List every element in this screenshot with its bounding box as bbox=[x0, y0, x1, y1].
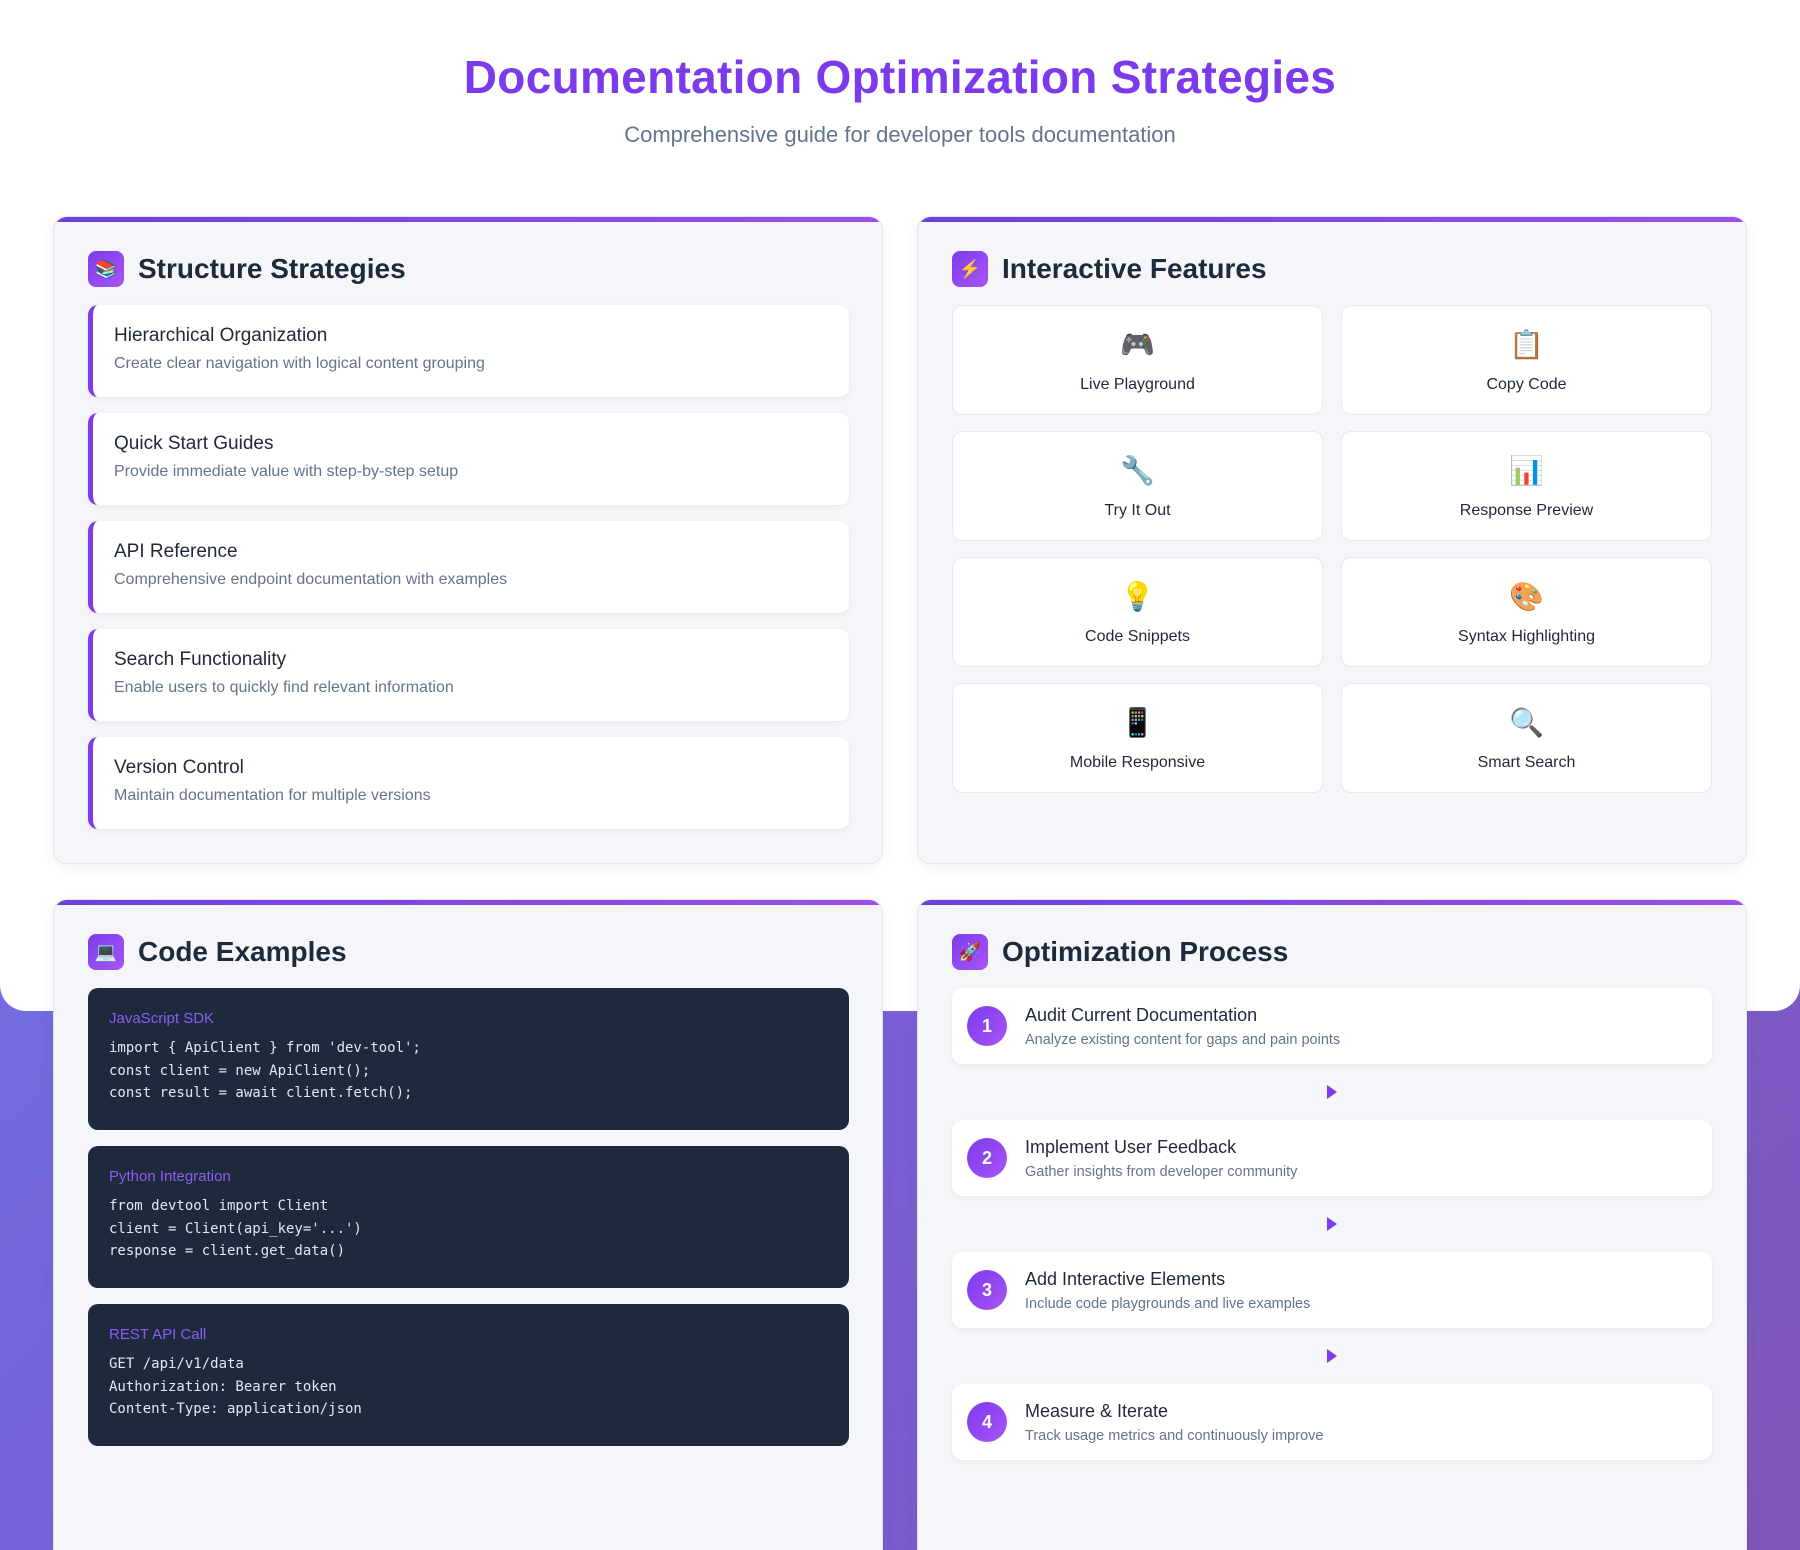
clipboard-icon: 📋 bbox=[1509, 328, 1544, 361]
code-list: JavaScript SDK import { ApiClient } from… bbox=[88, 988, 849, 1462]
lightning-icon: ⚡ bbox=[952, 251, 988, 287]
step-number: 4 bbox=[967, 1402, 1007, 1442]
mobile-phone-icon: 📱 bbox=[1120, 706, 1155, 739]
feature-mobile-responsive[interactable]: 📱 Mobile Responsive bbox=[952, 683, 1323, 793]
bar-chart-icon: 📊 bbox=[1509, 454, 1544, 487]
feature-label: Response Preview bbox=[1459, 502, 1594, 519]
code-line: const client = new ApiClient(); bbox=[109, 1062, 371, 1079]
structure-item[interactable]: API Reference Comprehensive endpoint doc… bbox=[88, 521, 849, 613]
code-line: const result = await client.fetch(); bbox=[109, 1085, 413, 1101]
code-block[interactable]: Python Integration from devtool import C… bbox=[88, 1146, 849, 1288]
code-examples-card: 💻 Code Examples JavaScript SDK import { … bbox=[53, 899, 883, 1550]
card-header: 💻 Code Examples bbox=[88, 934, 347, 970]
palette-icon: 🎨 bbox=[1509, 580, 1544, 613]
structure-item-desc: Create clear navigation with logical con… bbox=[114, 355, 485, 372]
step-number: 3 bbox=[967, 1270, 1007, 1310]
page-title: Documentation Optimization Strategies bbox=[463, 51, 1337, 103]
structure-item-title: Search Functionality bbox=[114, 649, 287, 670]
structure-item[interactable]: Quick Start Guides Provide immediate val… bbox=[88, 413, 849, 505]
step-title: Audit Current Documentation bbox=[1025, 1004, 1258, 1025]
feature-syntax-highlighting[interactable]: 🎨 Syntax Highlighting bbox=[1341, 557, 1712, 667]
feature-grid: 🎮 Live Playground 📋 Copy Code 🔧 Try It O… bbox=[952, 305, 1712, 793]
structure-item-title: API Reference bbox=[114, 541, 238, 562]
code-line: client = Client(api_key='...') bbox=[109, 1220, 362, 1237]
rocket-icon: 🚀 bbox=[952, 934, 988, 970]
arrow-right-icon bbox=[952, 1328, 1712, 1384]
laptop-icon: 💻 bbox=[88, 934, 124, 970]
step-desc: Include code playgrounds and live exampl… bbox=[1025, 1295, 1311, 1312]
code-line: Authorization: Bearer token bbox=[109, 1378, 337, 1395]
structure-item-title: Version Control bbox=[114, 757, 244, 778]
step-title: Implement User Feedback bbox=[1025, 1136, 1237, 1157]
structure-item-desc: Maintain documentation for multiple vers… bbox=[114, 787, 431, 804]
code-language: REST API Call bbox=[109, 1326, 207, 1343]
step-title: Measure & Iterate bbox=[1025, 1400, 1169, 1421]
feature-label: Mobile Responsive bbox=[1069, 754, 1206, 771]
structure-item[interactable]: Search Functionality Enable users to qui… bbox=[88, 629, 849, 721]
card-header: 🚀 Optimization Process bbox=[952, 934, 1288, 970]
magnifier-icon: 🔍 bbox=[1509, 706, 1544, 739]
arrow-right-icon bbox=[952, 1064, 1712, 1120]
step-title: Add Interactive Elements bbox=[1025, 1268, 1226, 1289]
card-title: Structure Strategies bbox=[138, 253, 406, 284]
card-header: 📚 Structure Strategies bbox=[88, 251, 406, 287]
step-desc: Track usage metrics and continuously imp… bbox=[1025, 1427, 1324, 1444]
feature-label: Copy Code bbox=[1486, 376, 1567, 393]
feature-try-it-out[interactable]: 🔧 Try It Out bbox=[952, 431, 1323, 541]
process-list: 1 Audit Current Documentation Analyze ex… bbox=[952, 988, 1712, 1460]
card-title: Code Examples bbox=[138, 936, 347, 967]
feature-copy-code[interactable]: 📋 Copy Code bbox=[1341, 305, 1712, 415]
feature-label: Code Snippets bbox=[1085, 628, 1190, 645]
interactive-features-card: ⚡ Interactive Features 🎮 Live Playground… bbox=[917, 216, 1747, 864]
code-block[interactable]: REST API Call GET /api/v1/data Authoriza… bbox=[88, 1304, 849, 1446]
wrench-icon: 🔧 bbox=[1120, 454, 1155, 487]
step-desc: Analyze existing content for gaps and pa… bbox=[1025, 1031, 1341, 1048]
structure-item[interactable]: Version Control Maintain documentation f… bbox=[88, 737, 849, 829]
code-line: import { ApiClient } from 'dev-tool'; bbox=[109, 1040, 421, 1056]
feature-response-preview[interactable]: 📊 Response Preview bbox=[1341, 431, 1712, 541]
feature-label: Syntax Highlighting bbox=[1458, 628, 1595, 645]
code-line: GET /api/v1/data bbox=[109, 1356, 244, 1372]
feature-smart-search[interactable]: 🔍 Smart Search bbox=[1341, 683, 1712, 793]
page-subtitle: Comprehensive guide for developer tools … bbox=[624, 122, 1176, 147]
code-language: JavaScript SDK bbox=[109, 1010, 215, 1027]
code-line: Content-Type: application/json bbox=[109, 1401, 362, 1417]
process-step[interactable]: 3 Add Interactive Elements Include code … bbox=[952, 1252, 1712, 1328]
feature-label: Live Playground bbox=[1080, 376, 1195, 393]
card-title: Optimization Process bbox=[1002, 936, 1289, 967]
structure-item-title: Hierarchical Organization bbox=[114, 325, 328, 346]
feature-live-playground[interactable]: 🎮 Live Playground bbox=[952, 305, 1323, 415]
step-number: 1 bbox=[967, 1006, 1007, 1046]
structure-item[interactable]: Hierarchical Organization Create clear n… bbox=[88, 305, 849, 397]
structure-item-desc: Provide immediate value with step-by-ste… bbox=[114, 463, 459, 480]
optimization-process-card: 🚀 Optimization Process 1 Audit Current D… bbox=[917, 899, 1747, 1550]
code-block[interactable]: JavaScript SDK import { ApiClient } from… bbox=[88, 988, 849, 1130]
arrow-right-icon bbox=[952, 1196, 1712, 1252]
step-desc: Gather insights from developer community bbox=[1025, 1163, 1298, 1180]
books-icon: 📚 bbox=[88, 251, 124, 287]
light-bulb-icon: 💡 bbox=[1120, 580, 1155, 613]
code-language: Python Integration bbox=[109, 1168, 231, 1185]
card-title: Interactive Features bbox=[1002, 253, 1267, 284]
process-step[interactable]: 2 Implement User Feedback Gather insight… bbox=[952, 1120, 1712, 1196]
feature-label: Smart Search bbox=[1477, 754, 1576, 771]
game-controller-icon: 🎮 bbox=[1120, 328, 1155, 361]
page-header: Documentation Optimization Strategies Co… bbox=[0, 50, 1800, 148]
structure-item-title: Quick Start Guides bbox=[114, 433, 274, 454]
card-header: ⚡ Interactive Features bbox=[952, 251, 1267, 287]
code-line: response = client.get_data() bbox=[109, 1243, 346, 1259]
process-step[interactable]: 4 Measure & Iterate Track usage metrics … bbox=[952, 1384, 1712, 1460]
structure-item-desc: Enable users to quickly find relevant in… bbox=[114, 679, 454, 696]
structure-item-desc: Comprehensive endpoint documentation wit… bbox=[114, 571, 508, 588]
feature-label: Try It Out bbox=[1104, 502, 1171, 519]
step-number: 2 bbox=[967, 1138, 1007, 1178]
code-line: from devtool import Client bbox=[109, 1198, 329, 1214]
structure-list: Hierarchical Organization Create clear n… bbox=[88, 305, 849, 845]
structure-strategies-card: 📚 Structure Strategies Hierarchical Orga… bbox=[53, 216, 883, 864]
process-step[interactable]: 1 Audit Current Documentation Analyze ex… bbox=[952, 988, 1712, 1064]
feature-code-snippets[interactable]: 💡 Code Snippets bbox=[952, 557, 1323, 667]
